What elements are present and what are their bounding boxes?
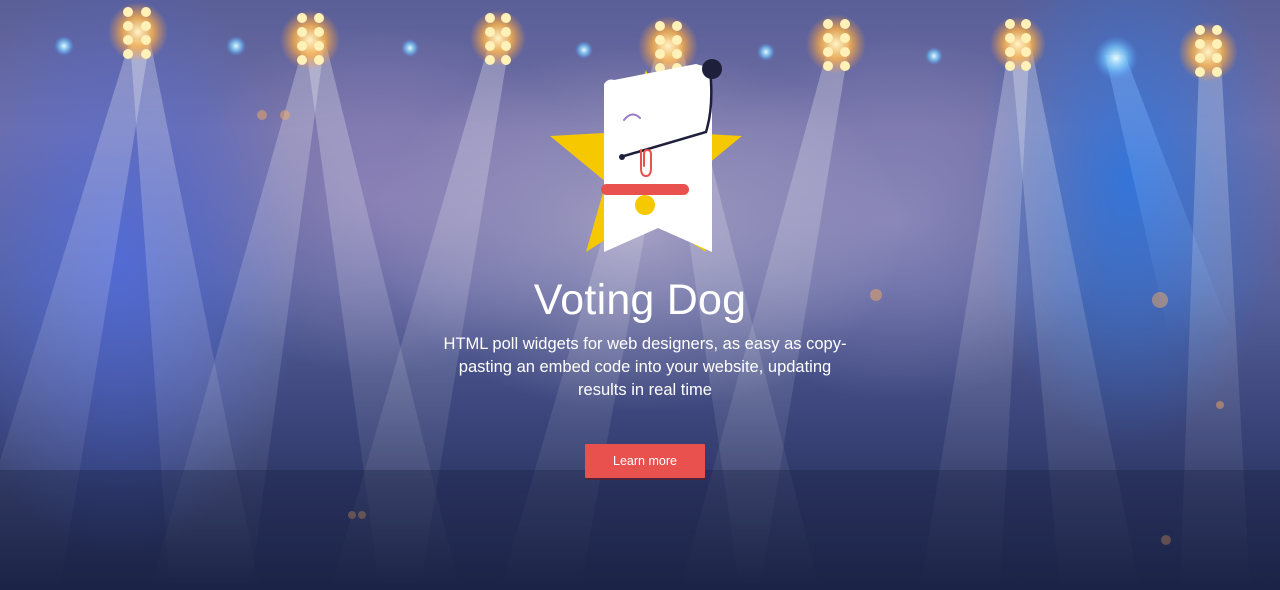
dog-collar [601, 184, 689, 195]
dog-tag [635, 195, 655, 215]
hero-content: Voting Dog HTML poll widgets for web des… [0, 0, 1280, 590]
hero-section: Voting Dog HTML poll widgets for web des… [0, 0, 1280, 590]
hero-tagline: HTML poll widgets for web designers, as … [443, 335, 847, 399]
voting-dog-star-logo-icon [550, 59, 742, 252]
page-title: Voting Dog [533, 276, 747, 324]
dog-ear-tip [702, 59, 722, 79]
learn-more-button[interactable]: Learn more [585, 444, 705, 478]
